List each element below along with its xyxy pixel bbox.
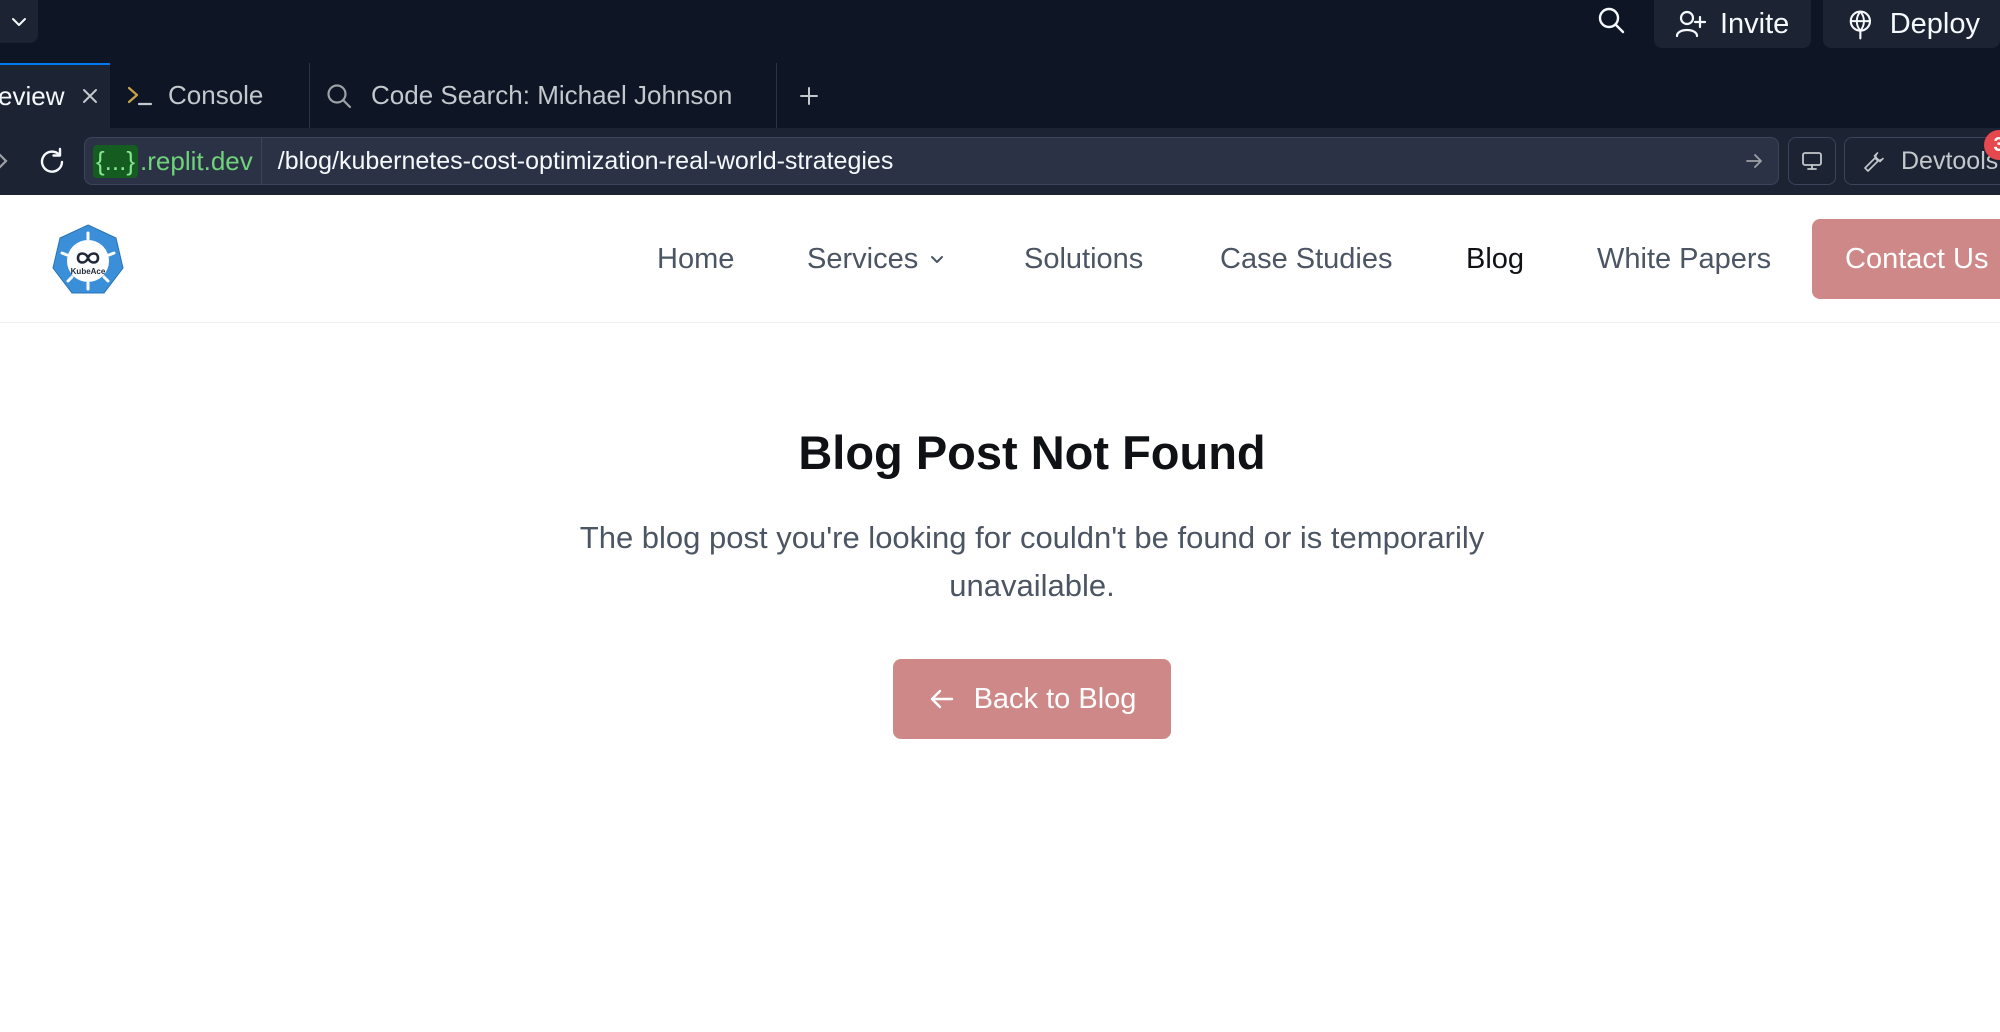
- reload-icon: [40, 147, 64, 173]
- pane-tab-strip: eview Console Code Search: Michael Johns…: [0, 63, 2000, 128]
- wrench-icon: [1864, 152, 1884, 172]
- back-to-blog-label: Back to Blog: [973, 682, 1137, 715]
- tab-console[interactable]: Console: [112, 63, 310, 128]
- kubeace-logo-icon: KubeAce: [52, 224, 124, 294]
- back-to-blog-button[interactable]: Back to Blog: [893, 659, 1171, 739]
- terminal-icon: [127, 86, 153, 105]
- add-user-icon: [1675, 10, 1706, 38]
- invite-label: Invite: [1720, 7, 1790, 40]
- nav-solutions[interactable]: Solutions: [1024, 195, 1143, 323]
- arrow-right-icon: [1746, 154, 1762, 168]
- search-icon: [1598, 7, 1625, 34]
- close-tab-button[interactable]: [78, 84, 102, 108]
- url-host: {...} .replit.dev: [85, 138, 262, 184]
- chevron-down-icon: [12, 17, 26, 26]
- nav-services[interactable]: Services: [807, 195, 946, 323]
- url-go-button[interactable]: [1730, 138, 1778, 184]
- arrow-left-icon: [930, 689, 953, 709]
- devtools-label: Devtools: [1901, 146, 1999, 175]
- not-found-section: Blog Post Not Found The blog post you're…: [0, 323, 2000, 1032]
- forward-arrow-icon[interactable]: [0, 148, 12, 174]
- nav-case-studies[interactable]: Case Studies: [1220, 195, 1393, 323]
- nav-blog[interactable]: Blog: [1466, 195, 1524, 323]
- close-icon: [83, 89, 97, 103]
- deploy-label: Deploy: [1889, 7, 1980, 40]
- url-bar[interactable]: {...} .replit.dev /blog/kubernetes-cost-…: [84, 137, 1779, 185]
- tab-code-search-label: Code Search: Michael Johnson: [371, 80, 733, 110]
- webview-url-bar-row: {...} .replit.dev /blog/kubernetes-cost-…: [0, 128, 2000, 195]
- chevron-down-icon: [931, 256, 944, 263]
- tab-webview-label: eview: [0, 81, 65, 111]
- nav-home[interactable]: Home: [657, 195, 734, 323]
- tab-webview[interactable]: eview: [0, 63, 110, 128]
- url-host-domain: .replit.dev: [140, 145, 253, 176]
- search-button[interactable]: [1591, 2, 1631, 38]
- page-title: Blog Post Not Found: [798, 426, 1266, 479]
- url-host-brace: {...}: [93, 144, 139, 178]
- reload-button[interactable]: [34, 144, 70, 180]
- invite-button[interactable]: Invite: [1654, 0, 1811, 48]
- deploy-button[interactable]: Deploy: [1823, 0, 2000, 48]
- deploy-globe-icon: [1849, 10, 1872, 40]
- not-found-message: The blog post you're looking for couldn'…: [579, 520, 1485, 603]
- monitor-icon: [1802, 152, 1822, 170]
- url-path-input[interactable]: /blog/kubernetes-cost-optimization-real-…: [262, 147, 1730, 176]
- site-logo[interactable]: KubeAce: [50, 223, 126, 299]
- new-tab-button[interactable]: [785, 63, 833, 128]
- workspace-menu-button[interactable]: [0, 0, 38, 43]
- contact-us-button[interactable]: Contact Us: [1812, 219, 2000, 299]
- tab-console-label: Console: [168, 80, 264, 110]
- devtools-button[interactable]: Devtools: [1844, 137, 2000, 185]
- tab-code-search[interactable]: Code Search: Michael Johnson: [311, 63, 777, 128]
- nav-white-papers[interactable]: White Papers: [1597, 195, 1771, 323]
- device-preview-button[interactable]: [1788, 137, 1836, 185]
- plus-icon: [800, 86, 818, 105]
- logo-wordmark: KubeAce: [71, 267, 106, 276]
- site-header: KubeAce Home Services Solutions Case Stu…: [0, 195, 2000, 323]
- replit-top-bar: Invite Deploy: [0, 0, 2000, 63]
- nav-services-label: Services: [807, 242, 919, 275]
- search-icon: [327, 83, 352, 108]
